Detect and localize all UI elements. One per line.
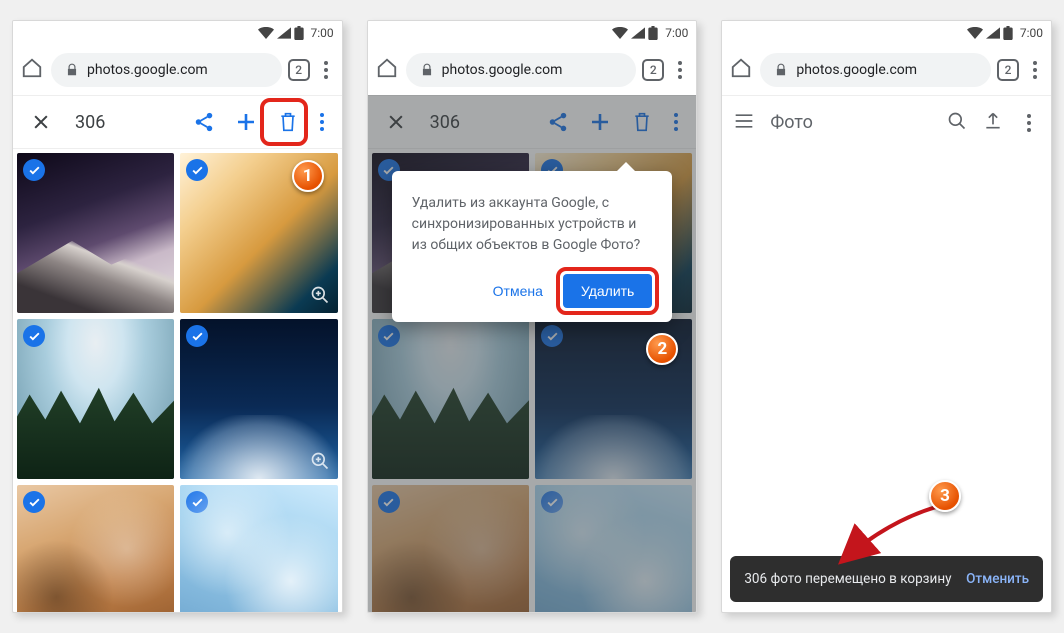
more-button[interactable] bbox=[1019, 114, 1039, 132]
lock-icon bbox=[774, 63, 788, 77]
dialog-text: Удалить из аккаунта Google, с синхронизи… bbox=[412, 193, 653, 256]
signal-icon bbox=[631, 27, 645, 39]
selected-check-icon bbox=[186, 325, 208, 347]
browser-url-bar: photos.google.com 2 bbox=[368, 45, 697, 95]
url-text: photos.google.com bbox=[442, 62, 563, 78]
undo-button[interactable]: Отменить bbox=[966, 570, 1029, 588]
annotation-badge-1: 1 bbox=[292, 160, 324, 192]
phone-screen-2: 7:00 photos.google.com 2 306 Удалить из … bbox=[367, 20, 698, 613]
photo-thumbnail[interactable] bbox=[17, 485, 174, 612]
delete-confirm-dialog: Удалить из аккаунта Google, с синхронизи… bbox=[392, 171, 673, 322]
browser-menu-button[interactable] bbox=[1025, 61, 1045, 79]
home-icon bbox=[730, 57, 752, 79]
delete-button[interactable] bbox=[270, 104, 306, 140]
clock-text: 7:00 bbox=[1020, 26, 1043, 40]
close-selection-button[interactable] bbox=[23, 104, 59, 140]
selection-toolbar: 306 bbox=[13, 95, 342, 149]
photo-thumbnail[interactable] bbox=[17, 319, 174, 479]
share-button[interactable] bbox=[186, 104, 222, 140]
zoom-icon bbox=[310, 451, 330, 471]
photo-thumbnail[interactable] bbox=[180, 485, 337, 612]
search-icon bbox=[947, 111, 967, 131]
android-status-bar: 7:00 bbox=[722, 21, 1051, 45]
selected-check-icon bbox=[23, 159, 45, 181]
home-button[interactable] bbox=[19, 57, 45, 83]
android-status-bar: 7:00 bbox=[368, 21, 697, 45]
annotation-arrow bbox=[826, 502, 946, 572]
lock-icon bbox=[65, 63, 79, 77]
clock-text: 7:00 bbox=[311, 26, 334, 40]
photo-grid bbox=[13, 149, 342, 612]
menu-button[interactable] bbox=[734, 113, 754, 133]
phone-screen-1: 7:00 photos.google.com 2 306 bbox=[12, 20, 343, 613]
close-icon bbox=[31, 112, 51, 132]
zoom-icon bbox=[146, 451, 166, 471]
lock-icon bbox=[420, 63, 434, 77]
selected-check-icon bbox=[186, 491, 208, 513]
photos-toolbar: Фото bbox=[722, 95, 1051, 149]
trash-icon bbox=[278, 111, 298, 133]
home-icon bbox=[21, 57, 43, 79]
snackbar-text: 306 фото перемещено в корзину bbox=[744, 570, 954, 588]
url-text: photos.google.com bbox=[87, 62, 208, 78]
wifi-icon bbox=[258, 27, 274, 39]
url-field[interactable]: photos.google.com bbox=[760, 53, 991, 87]
browser-menu-button[interactable] bbox=[670, 61, 690, 79]
share-icon bbox=[193, 111, 215, 133]
battery-icon bbox=[1003, 26, 1013, 40]
selected-check-icon bbox=[186, 159, 208, 181]
add-button[interactable] bbox=[228, 104, 264, 140]
tabs-count: 2 bbox=[1005, 63, 1012, 77]
url-text: photos.google.com bbox=[796, 62, 917, 78]
search-button[interactable] bbox=[947, 111, 967, 135]
url-field[interactable]: photos.google.com bbox=[51, 53, 282, 87]
tabs-button[interactable]: 2 bbox=[997, 59, 1019, 81]
browser-url-bar: photos.google.com 2 bbox=[13, 45, 342, 95]
browser-menu-button[interactable] bbox=[316, 61, 336, 79]
plus-icon bbox=[234, 110, 258, 134]
tabs-count: 2 bbox=[295, 63, 302, 77]
battery-icon bbox=[294, 26, 304, 40]
upload-button[interactable] bbox=[983, 111, 1003, 135]
tabs-count: 2 bbox=[650, 63, 657, 77]
browser-url-bar: photos.google.com 2 bbox=[722, 45, 1051, 95]
zoom-icon bbox=[310, 285, 330, 305]
tabs-button[interactable]: 2 bbox=[642, 59, 664, 81]
confirm-delete-button[interactable]: Удалить bbox=[563, 274, 652, 308]
zoom-icon bbox=[146, 285, 166, 305]
wifi-icon bbox=[612, 27, 628, 39]
cancel-button[interactable]: Отмена bbox=[481, 275, 555, 307]
upload-icon bbox=[983, 111, 1003, 131]
more-button[interactable] bbox=[312, 113, 332, 131]
url-field[interactable]: photos.google.com bbox=[406, 53, 637, 87]
selected-check-icon bbox=[23, 491, 45, 513]
home-button[interactable] bbox=[728, 57, 754, 83]
home-icon bbox=[376, 57, 398, 79]
signal-icon bbox=[986, 27, 1000, 39]
selection-count: 306 bbox=[75, 112, 105, 133]
selected-check-icon bbox=[23, 325, 45, 347]
photo-thumbnail[interactable] bbox=[180, 319, 337, 479]
android-status-bar: 7:00 bbox=[13, 21, 342, 45]
phone-screen-3: 7:00 photos.google.com 2 Фото 306 фото п… bbox=[721, 20, 1052, 613]
signal-icon bbox=[277, 27, 291, 39]
wifi-icon bbox=[967, 27, 983, 39]
page-title: Фото bbox=[770, 112, 813, 133]
hamburger-icon bbox=[734, 113, 754, 129]
tabs-button[interactable]: 2 bbox=[288, 59, 310, 81]
home-button[interactable] bbox=[374, 57, 400, 83]
photo-thumbnail[interactable] bbox=[17, 153, 174, 313]
annotation-badge-3: 3 bbox=[929, 480, 961, 512]
battery-icon bbox=[648, 26, 658, 40]
clock-text: 7:00 bbox=[665, 26, 688, 40]
